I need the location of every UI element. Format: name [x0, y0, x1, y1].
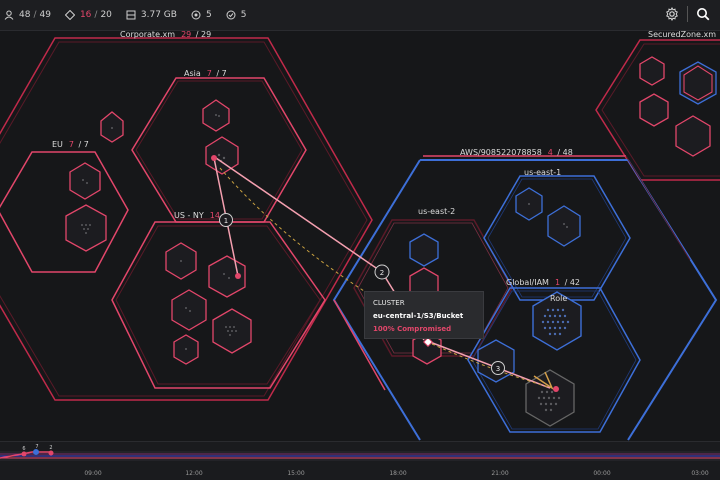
node-hex[interactable]: [69, 162, 101, 200]
cluster-label-asia: Asia 7 / 7: [184, 69, 227, 78]
node-hex-safe[interactable]: [409, 233, 439, 267]
step-marker-label: 3: [496, 365, 500, 373]
timeline-marker-label: 2: [49, 445, 52, 451]
timeline-marker[interactable]: [48, 450, 54, 456]
tooltip-title: CLUSTER: [373, 299, 405, 307]
step-marker-1[interactable]: 1: [219, 213, 233, 227]
top-bar: 48/49 16/20 3.77 GB 5 5: [0, 0, 720, 31]
stat-users-value: 48: [19, 10, 31, 20]
check-circle-icon: [226, 10, 236, 20]
step-marker-2[interactable]: 2: [374, 264, 390, 280]
timeline-track[interactable]: 6 7 2: [0, 442, 720, 480]
cluster-role[interactable]: [477, 291, 582, 427]
tooltip-path: eu-central-1/S3/Bucket: [373, 312, 464, 320]
cluster-label-corporate: Corporate.xm 29 / 29: [120, 31, 211, 39]
diamond-icon: [64, 10, 75, 20]
target-icon: [191, 10, 201, 20]
timeline-marker[interactable]: [21, 451, 27, 457]
cluster-label-usny: US - NY 14: [174, 211, 220, 220]
node-hex-safe[interactable]: [679, 61, 717, 105]
cluster-label-eu: EU 7 / 7: [52, 140, 89, 149]
stat-assets[interactable]: 16/20: [64, 10, 112, 20]
timeline-marker-label: 6: [22, 446, 25, 452]
stat-targets-value: 5: [205, 10, 212, 20]
step-marker-label: 1: [224, 217, 228, 225]
node-hex-safe[interactable]: [547, 205, 581, 247]
timeline-tick: 09:00: [84, 470, 102, 477]
cluster-label-useast1: us-east-1: [524, 168, 561, 177]
node-hex[interactable]: [205, 136, 239, 175]
gear-icon[interactable]: [665, 7, 679, 21]
cluster-eu[interactable]: [0, 151, 129, 273]
top-right-actions: [665, 6, 710, 22]
cluster-label-aws: AWS/908522078858 4 / 48: [460, 148, 573, 157]
timeline-tick: 03:00: [691, 470, 709, 477]
stat-assets-value: 16: [79, 10, 92, 20]
node-hex[interactable]: [171, 289, 207, 331]
step-marker-label: 2: [380, 269, 384, 277]
node-hex[interactable]: [639, 93, 669, 127]
storage-icon: [126, 10, 136, 20]
stat-assets-total: 20: [100, 10, 112, 20]
graph-canvas[interactable]: 1 2 3 Corporate.xm 29 / 29 Asia 7 / 7 EU 7 …: [0, 31, 720, 441]
timeline-tick: 18:00: [389, 470, 407, 477]
stat-users-total: 49: [39, 10, 51, 20]
cluster-usny[interactable]: [111, 221, 326, 389]
tooltip-status: 100% Compromised: [373, 325, 452, 333]
timeline-tick: 21:00: [491, 470, 509, 477]
stat-users[interactable]: 48/49: [4, 10, 51, 20]
attack-graph-app: 48/49 16/20 3.77 GB 5 5 1 2 3 Corporate.…: [0, 0, 720, 480]
cluster-label-globaliam: Global/IAM 1 / 42: [506, 278, 580, 287]
timeline-marker-label: 7: [35, 444, 38, 450]
timeline-tick: 00:00: [593, 470, 611, 477]
timeline[interactable]: 6 7 2 09:00 12:00 15:00 18:00 21:00 00:0…: [0, 441, 720, 480]
node-hex[interactable]: [675, 115, 711, 157]
cluster-label-securedzone: SecuredZone.xm: [648, 31, 716, 39]
timeline-tick: 12:00: [185, 470, 203, 477]
node-hex[interactable]: [639, 56, 665, 86]
node-hex[interactable]: [65, 204, 107, 252]
stat-targets[interactable]: 5: [191, 10, 212, 20]
users-icon: [4, 10, 14, 20]
stats-bar: 48/49 16/20 3.77 GB 5 5: [0, 10, 260, 20]
timeline-tick: 15:00: [287, 470, 305, 477]
cluster-tooltip: CLUSTER eu-central-1/S3/Bucket 100% Comp…: [364, 291, 484, 339]
node-hex-safe[interactable]: [477, 339, 515, 383]
stat-storage[interactable]: 3.77 GB: [126, 10, 177, 20]
cluster-label-role: Role: [550, 294, 567, 303]
step-marker-3[interactable]: 3: [491, 361, 505, 375]
search-icon[interactable]: [696, 7, 710, 21]
stat-storage-value: 3.77 GB: [140, 10, 177, 20]
stat-checks-value: 5: [240, 10, 247, 20]
cluster-label-useast2: us-east-2: [418, 207, 455, 216]
stat-checks[interactable]: 5: [226, 10, 247, 20]
